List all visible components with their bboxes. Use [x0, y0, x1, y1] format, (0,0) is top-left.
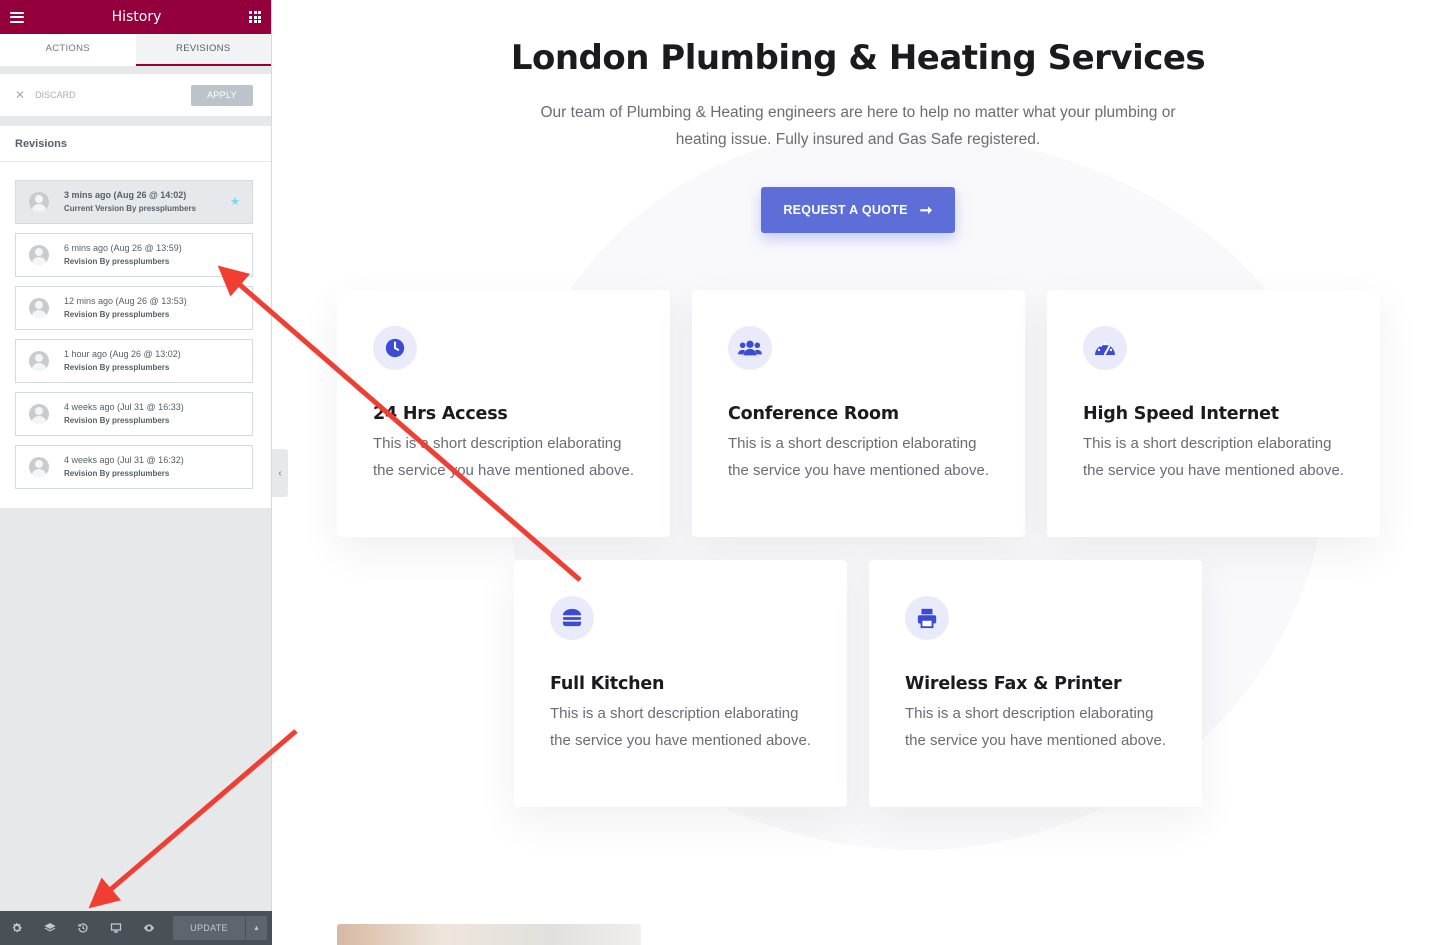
revision-author: Revision By pressplumbers — [64, 469, 170, 478]
speedometer-icon — [1083, 326, 1127, 370]
service-card: Conference Room This is a short descript… — [692, 290, 1025, 537]
revisions-panel: Revisions 3 mins ago (Aug 26 @ 14:02) Cu… — [0, 126, 271, 508]
revisions-heading: Revisions — [0, 126, 271, 162]
update-button[interactable]: UPDATE — [173, 916, 245, 940]
service-description: This is a short description elaborating … — [728, 435, 989, 479]
widgets-grid-icon[interactable] — [249, 11, 261, 23]
service-card: 24 Hrs Access This is a short descriptio… — [337, 290, 670, 537]
service-description: This is a short description elaborating … — [1083, 435, 1344, 479]
revision-author: Current Version By pressplumbers — [64, 204, 197, 213]
section-image — [337, 924, 641, 945]
sidebar-header: History — [0, 0, 271, 34]
users-icon — [728, 326, 772, 370]
service-title: Full Kitchen — [550, 674, 665, 694]
tab-actions[interactable]: ACTIONS — [0, 34, 136, 66]
revision-item-current[interactable]: 3 mins ago (Aug 26 @ 14:02) Current Vers… — [15, 180, 253, 224]
revision-date: 12 mins ago (Aug 26 @ 13:53) — [64, 296, 187, 306]
revision-author: Revision By pressplumbers — [64, 416, 170, 425]
avatar — [29, 351, 49, 371]
service-card: Full Kitchen This is a short description… — [514, 560, 847, 807]
service-title: Conference Room — [728, 404, 899, 424]
revision-date: 1 hour ago (Aug 26 @ 13:02) — [64, 349, 181, 359]
revision-item[interactable]: 4 weeks ago (Jul 31 @ 16:33) Revision By… — [15, 392, 253, 436]
update-group: UPDATE ▲ — [173, 916, 267, 940]
printer-icon — [905, 596, 949, 640]
avatar — [29, 245, 49, 265]
revision-date: 4 weeks ago (Jul 31 @ 16:33) — [64, 402, 184, 412]
panel-title: History — [111, 9, 162, 25]
close-icon: ✕ — [15, 88, 26, 102]
layers-icon[interactable] — [33, 911, 66, 945]
request-quote-button[interactable]: REQUEST A QUOTE ➞ — [761, 187, 955, 233]
service-title: Wireless Fax & Printer — [905, 674, 1122, 694]
revision-author: Revision By pressplumbers — [64, 257, 170, 266]
revision-date: 4 weeks ago (Jul 31 @ 16:32) — [64, 455, 184, 465]
editor-sidebar: History ACTIONS REVISIONS ✕ DISCARD APPL… — [0, 0, 272, 945]
service-card: Wireless Fax & Printer This is a short d… — [869, 560, 1202, 807]
service-description: This is a short description elaborating … — [905, 705, 1166, 749]
revision-author: Revision By pressplumbers — [64, 363, 170, 372]
collapse-panel-button[interactable]: ‹ — [272, 449, 288, 497]
history-tabs: ACTIONS REVISIONS — [0, 34, 271, 66]
revision-date: 6 mins ago (Aug 26 @ 13:59) — [64, 243, 182, 253]
arrow-right-icon: ➞ — [919, 202, 933, 219]
chevron-left-icon: ‹ — [278, 467, 282, 479]
hamburger-menu-icon[interactable] — [10, 11, 24, 23]
sidebar-footer: UPDATE ▲ — [0, 911, 272, 945]
avatar — [29, 298, 49, 318]
avatar — [29, 192, 49, 212]
service-title: 24 Hrs Access — [373, 404, 508, 424]
revision-author: Revision By pressplumbers — [64, 310, 170, 319]
revisions-list: 3 mins ago (Aug 26 @ 14:02) Current Vers… — [0, 162, 271, 489]
avatar — [29, 457, 49, 477]
discard-button[interactable]: ✕ DISCARD — [15, 88, 76, 102]
service-title: High Speed Internet — [1083, 404, 1279, 424]
revision-actions-bar: ✕ DISCARD APPLY — [0, 74, 271, 116]
apply-button[interactable]: APPLY — [191, 84, 253, 106]
history-icon[interactable] — [66, 911, 99, 945]
revision-item[interactable]: 6 mins ago (Aug 26 @ 13:59) Revision By … — [15, 233, 253, 277]
revision-item[interactable]: 1 hour ago (Aug 26 @ 13:02) Revision By … — [15, 339, 253, 383]
service-description: This is a short description elaborating … — [550, 705, 811, 749]
cta-label: REQUEST A QUOTE — [783, 203, 908, 217]
page-preview: London Plumbing & Heating Services Our t… — [288, 0, 1440, 945]
clock-icon — [373, 326, 417, 370]
service-description: This is a short description elaborating … — [373, 435, 634, 479]
page-subtitle: Our team of Plumbing & Heating engineers… — [540, 104, 1176, 148]
revision-date: 3 mins ago (Aug 26 @ 14:02) — [64, 190, 187, 200]
tab-revisions[interactable]: REVISIONS — [135, 34, 271, 66]
service-card: High Speed Internet This is a short desc… — [1047, 290, 1380, 537]
burger-icon — [550, 596, 594, 640]
preview-icon[interactable] — [132, 911, 165, 945]
responsive-icon[interactable] — [99, 911, 132, 945]
chevron-up-icon[interactable]: ▲ — [245, 916, 267, 940]
settings-icon[interactable] — [0, 911, 33, 945]
star-icon: ★ — [230, 196, 240, 208]
discard-label: DISCARD — [35, 90, 76, 100]
revision-item[interactable]: 12 mins ago (Aug 26 @ 13:53) Revision By… — [15, 286, 253, 330]
revision-item[interactable]: 4 weeks ago (Jul 31 @ 16:32) Revision By… — [15, 445, 253, 489]
page-title: London Plumbing & Heating Services — [510, 38, 1206, 78]
avatar — [29, 404, 49, 424]
